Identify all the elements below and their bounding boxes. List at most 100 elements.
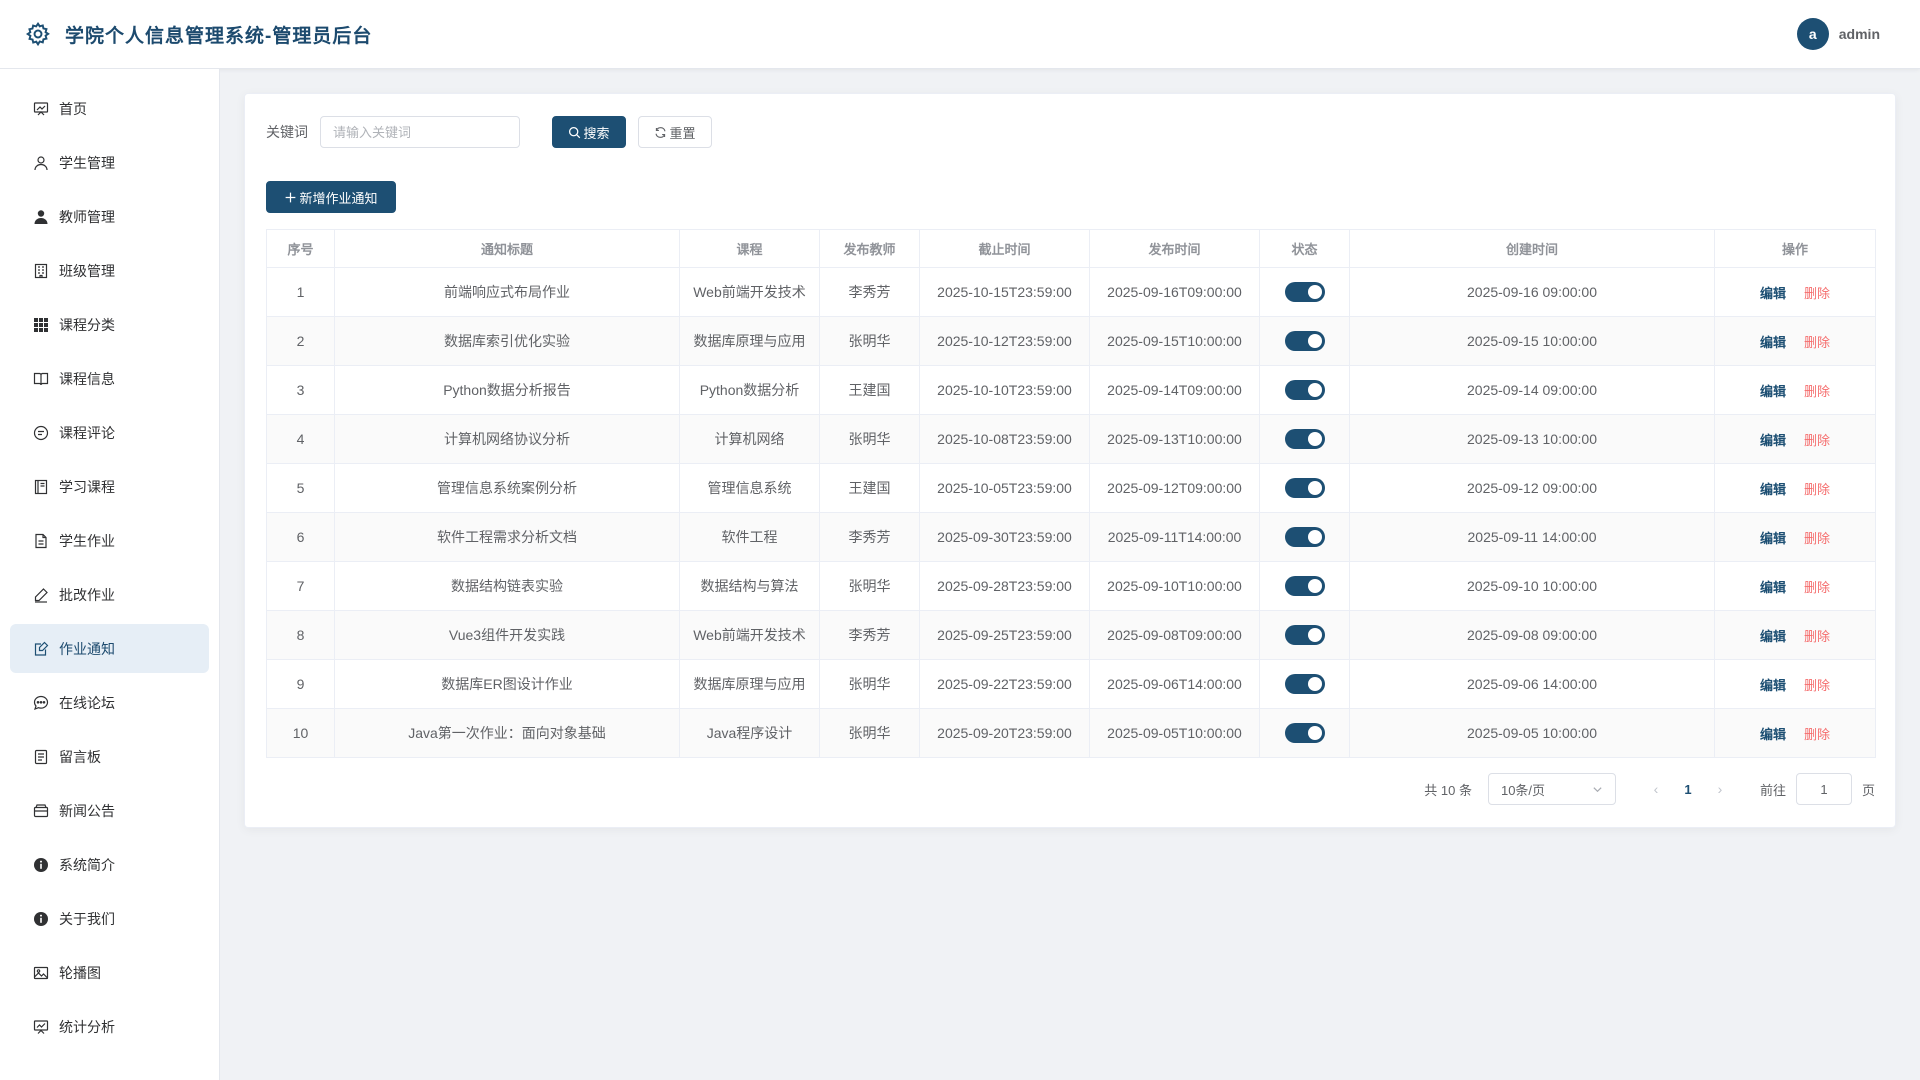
- sidebar-item-15[interactable]: 关于我们: [10, 894, 209, 943]
- reset-button[interactable]: 重置: [638, 116, 712, 148]
- delete-link[interactable]: 删除: [1804, 531, 1830, 546]
- edit-link[interactable]: 编辑: [1760, 433, 1786, 448]
- delete-link[interactable]: 删除: [1804, 384, 1830, 399]
- status-toggle[interactable]: [1284, 380, 1325, 400]
- sidebar-item-13[interactable]: 新闻公告: [10, 786, 209, 835]
- status-toggle[interactable]: [1284, 674, 1325, 694]
- status-toggle[interactable]: [1284, 625, 1325, 645]
- cell-teacher: 王建国: [819, 463, 920, 513]
- cell-no: 9: [266, 659, 335, 709]
- top-header: 学院个人信息管理系统-管理员后台 a admin: [0, 0, 1920, 69]
- keyword-label: 关键词: [266, 124, 308, 140]
- edit-link[interactable]: 编辑: [1760, 482, 1786, 497]
- sidebar-item-label: 关于我们: [59, 910, 115, 927]
- cell-deadline: 2025-09-28T23:59:00: [919, 561, 1090, 611]
- cell-status: [1259, 512, 1350, 562]
- cell-no: 5: [266, 463, 335, 513]
- sidebar-item-label: 在线论坛: [59, 694, 115, 711]
- chart-board-icon: [33, 1019, 49, 1035]
- sidebar-item-3[interactable]: 班级管理: [10, 246, 209, 295]
- edit-link[interactable]: 编辑: [1760, 531, 1786, 546]
- cell-publish: 2025-09-11T14:00:00: [1089, 512, 1260, 562]
- sidebar-item-12[interactable]: 留言板: [10, 732, 209, 781]
- settings-gear-icon: [24, 20, 52, 48]
- cell-title: 软件工程需求分析文档: [334, 512, 680, 562]
- sidebar-item-label: 留言板: [59, 748, 101, 765]
- info-filled-icon: [33, 857, 49, 873]
- status-toggle[interactable]: [1284, 576, 1325, 596]
- delete-link[interactable]: 删除: [1804, 286, 1830, 301]
- delete-link[interactable]: 删除: [1804, 580, 1830, 595]
- sidebar-item-10[interactable]: 作业通知: [10, 624, 209, 673]
- status-toggle[interactable]: [1284, 478, 1325, 498]
- avatar[interactable]: a: [1796, 18, 1829, 50]
- delete-link[interactable]: 删除: [1804, 727, 1830, 742]
- page-size-select[interactable]: 10条/页: [1487, 773, 1616, 805]
- search-button-label: 搜索: [583, 125, 610, 141]
- status-toggle[interactable]: [1284, 723, 1325, 743]
- sidebar-item-label: 课程评论: [59, 424, 115, 441]
- pagination: 共 10 条 10条/页 ‹ 1 › 前往 页: [1424, 773, 1875, 805]
- column-header: 创建时间: [1349, 229, 1715, 268]
- total-count: 共 10 条: [1424, 782, 1472, 798]
- cell-title: Java第一次作业：面向对象基础: [334, 708, 680, 758]
- cell-status: [1259, 610, 1350, 660]
- sidebar-item-14[interactable]: 系统简介: [10, 840, 209, 889]
- delete-link[interactable]: 删除: [1804, 433, 1830, 448]
- cell-deadline: 2025-10-15T23:59:00: [919, 267, 1090, 317]
- wallet-icon: [33, 803, 49, 819]
- edit-link[interactable]: 编辑: [1760, 580, 1786, 595]
- comment-icon: [33, 425, 49, 441]
- cell-deadline: 2025-09-20T23:59:00: [919, 708, 1090, 758]
- prev-page-button[interactable]: ‹: [1640, 781, 1672, 797]
- sidebar-item-4[interactable]: 课程分类: [10, 300, 209, 349]
- status-toggle[interactable]: [1284, 331, 1325, 351]
- cell-course: Web前端开发技术: [679, 267, 820, 317]
- delete-link[interactable]: 删除: [1804, 678, 1830, 693]
- sidebar-item-2[interactable]: 教师管理: [10, 192, 209, 241]
- sidebar-item-11[interactable]: 在线论坛: [10, 678, 209, 727]
- status-toggle[interactable]: [1284, 527, 1325, 547]
- user-filled-icon: [33, 209, 49, 225]
- cell-teacher: 李秀芳: [819, 512, 920, 562]
- cell-course: 计算机网络: [679, 414, 820, 464]
- cell-deadline: 2025-09-22T23:59:00: [919, 659, 1090, 709]
- status-toggle[interactable]: [1284, 282, 1325, 302]
- next-page-button[interactable]: ›: [1704, 781, 1736, 797]
- sidebar-item-5[interactable]: 课程信息: [10, 354, 209, 403]
- table-row: 8 Vue3组件开发实践 Web前端开发技术 李秀芳 2025-09-25T23:59:…: [266, 610, 1876, 660]
- sidebar-item-9[interactable]: 批改作业: [10, 570, 209, 619]
- delete-link[interactable]: 删除: [1804, 482, 1830, 497]
- cell-created: 2025-09-15 10:00:00: [1349, 316, 1715, 366]
- table-row: 10 Java第一次作业：面向对象基础 Java程序设计 张明华 2025-09-20T…: [266, 708, 1876, 758]
- page-number-current[interactable]: 1: [1672, 782, 1704, 797]
- username[interactable]: admin: [1839, 26, 1880, 42]
- sidebar-item-1[interactable]: 学生管理: [10, 138, 209, 187]
- sidebar-item-7[interactable]: 学习课程: [10, 462, 209, 511]
- delete-link[interactable]: 删除: [1804, 335, 1830, 350]
- keyword-input[interactable]: [320, 116, 520, 148]
- edit-link[interactable]: 编辑: [1760, 727, 1786, 742]
- user-menu[interactable]: a admin: [1796, 18, 1880, 50]
- status-toggle[interactable]: [1284, 429, 1325, 449]
- cell-publish: 2025-09-05T10:00:00: [1089, 708, 1260, 758]
- sidebar-item-16[interactable]: 轮播图: [10, 948, 209, 997]
- edit-link[interactable]: 编辑: [1760, 629, 1786, 644]
- sidebar-item-6[interactable]: 课程评论: [10, 408, 209, 457]
- edit-link[interactable]: 编辑: [1760, 335, 1786, 350]
- goto-page-input[interactable]: [1795, 773, 1852, 805]
- info-filled-icon: [33, 911, 49, 927]
- cell-title: Python数据分析报告: [334, 365, 680, 415]
- sidebar-item-0[interactable]: 首页: [10, 84, 209, 133]
- add-notice-button[interactable]: 新增作业通知: [266, 181, 396, 213]
- edit-link[interactable]: 编辑: [1760, 678, 1786, 693]
- delete-link[interactable]: 删除: [1804, 629, 1830, 644]
- edit-link[interactable]: 编辑: [1760, 286, 1786, 301]
- sidebar-item-17[interactable]: 统计分析: [10, 1002, 209, 1051]
- cell-status: [1259, 365, 1350, 415]
- cell-title: 数据结构链表实验: [334, 561, 680, 611]
- sidebar-item-8[interactable]: 学生作业: [10, 516, 209, 565]
- sidebar-item-label: 批改作业: [59, 586, 115, 603]
- search-button[interactable]: 搜索: [552, 116, 626, 148]
- edit-link[interactable]: 编辑: [1760, 384, 1786, 399]
